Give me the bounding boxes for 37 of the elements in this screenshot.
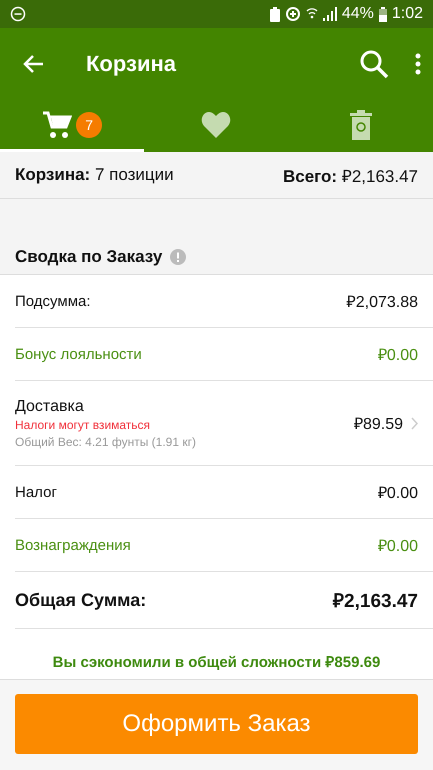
heart-icon xyxy=(201,112,232,138)
more-menu-button[interactable] xyxy=(415,53,421,75)
summary-label: Бонус лояльности xyxy=(15,346,142,362)
section-heading: Сводка по Заказу xyxy=(15,246,162,266)
weight-note: Общий Вес: 4.21 фунты (1.91 кг) xyxy=(15,434,196,448)
wifi-icon xyxy=(306,7,318,21)
savings-text: Вы сэкономили в общей сложности ₽859.69 xyxy=(52,653,380,671)
summary-value: ₽2,073.88 xyxy=(346,293,418,312)
signal-icon xyxy=(322,7,337,21)
summary-label: Подсумма: xyxy=(15,292,91,310)
screen-title: Корзина xyxy=(86,51,178,77)
chevron-icon xyxy=(411,416,418,430)
search-button[interactable] xyxy=(359,49,389,79)
battery-icon xyxy=(378,6,387,22)
do-not-disturb-icon xyxy=(10,6,26,22)
battery-saver-icon xyxy=(270,6,280,22)
summary-value: ₽0.00 xyxy=(378,346,418,365)
clock: 1:02 xyxy=(392,5,423,23)
tax-note: Налоги могут взиматься xyxy=(15,418,152,432)
summary-value: ₽0.00 xyxy=(378,484,418,503)
summary-value: ₽0.00 xyxy=(378,537,418,556)
count-badge: 7 xyxy=(76,112,102,138)
summary-label: Налог xyxy=(15,484,57,500)
info-icon xyxy=(170,248,186,264)
cart-icon xyxy=(42,110,72,138)
back-button[interactable] xyxy=(22,54,44,74)
summary-label: Доставка xyxy=(15,398,85,416)
cart-total: Всего: ₽2,163.47 xyxy=(283,166,418,186)
summary-value: ₽89.59 xyxy=(354,415,403,434)
trash-icon xyxy=(350,110,372,140)
cart-count: Корзина: 7 позиции xyxy=(15,165,174,185)
summary-value: ₽2,163.47 xyxy=(333,590,418,613)
checkout-button[interactable]: Оформить Заказ xyxy=(15,694,418,754)
battery-percent: 44% xyxy=(342,5,374,23)
summary-label: Общая Сумма: xyxy=(15,590,146,610)
summary-label: Вознаграждения xyxy=(15,536,131,554)
data-saver-icon xyxy=(284,6,301,22)
